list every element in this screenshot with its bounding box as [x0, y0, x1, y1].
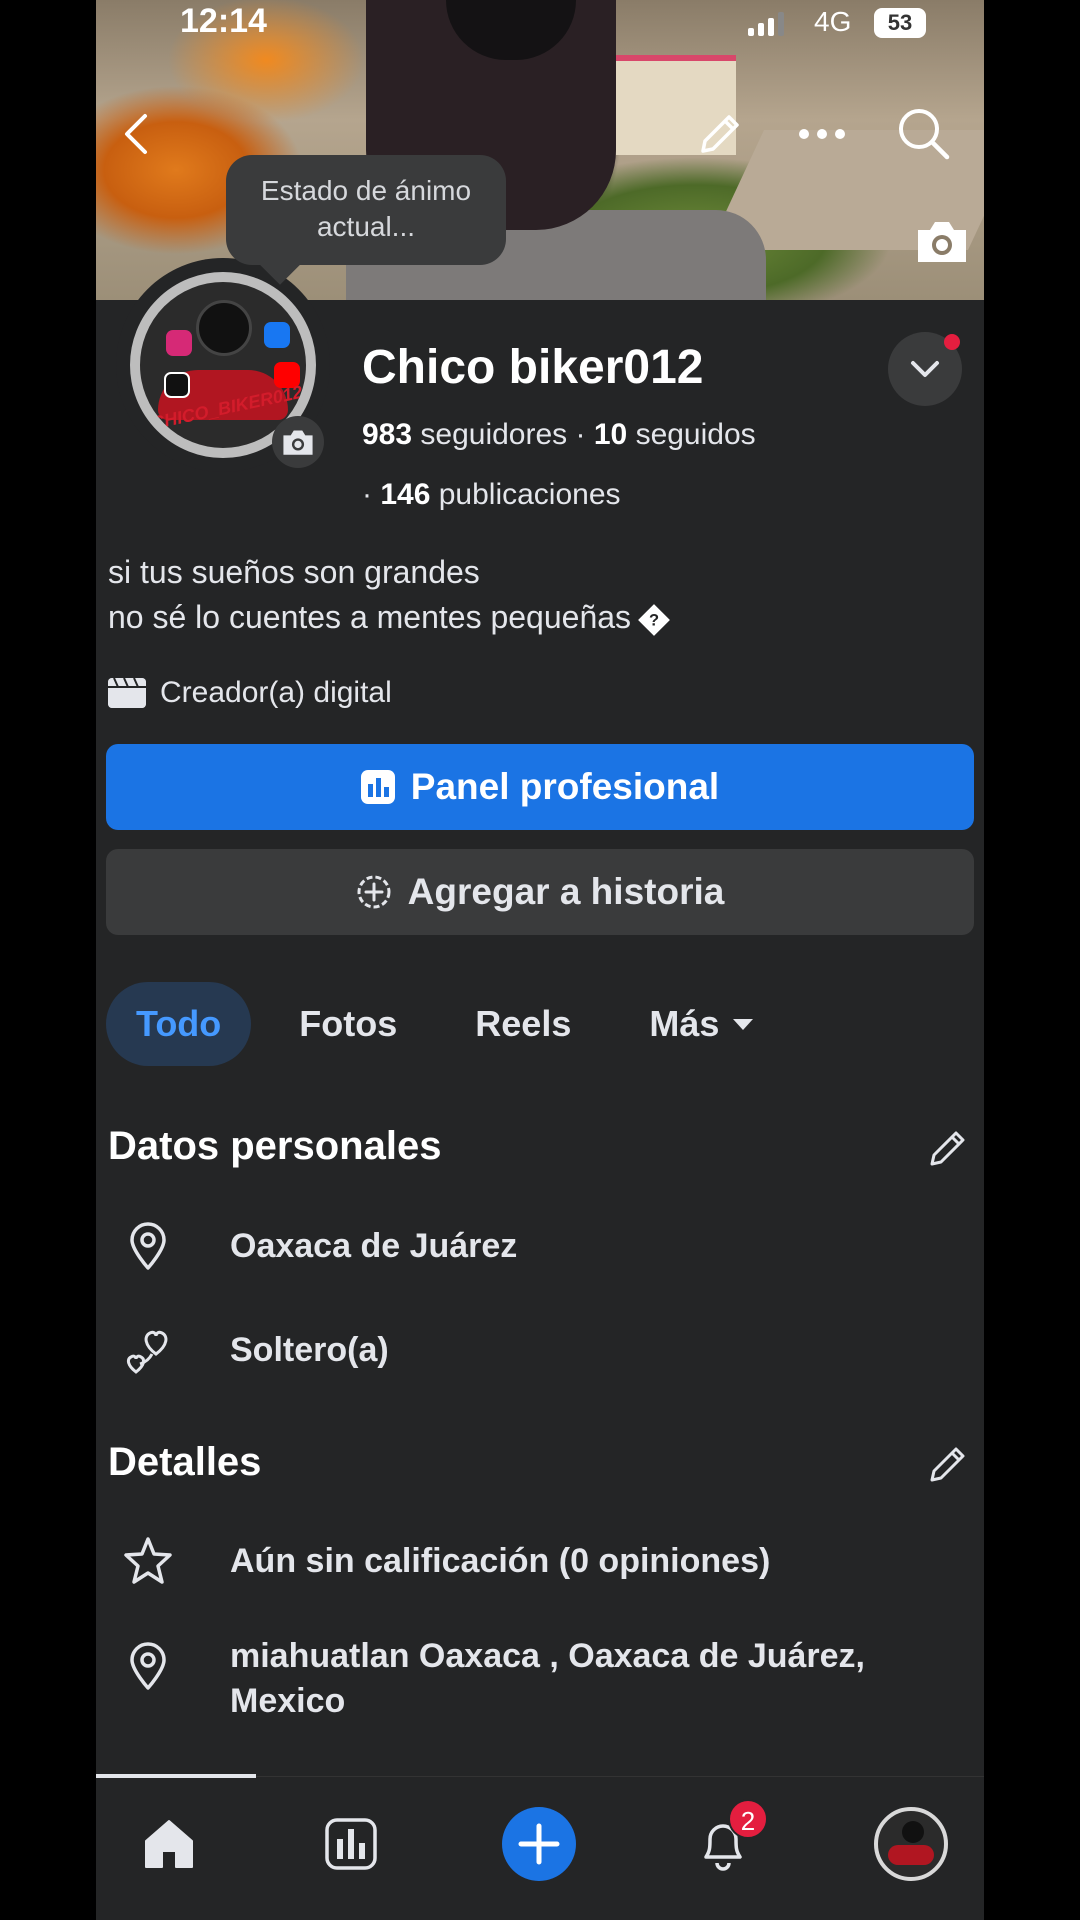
- edit-cover-button[interactable]: [914, 218, 970, 269]
- profile-screen: 12:14 4G 53 CHICO_BIKER012 Estado de áni…: [96, 0, 984, 1920]
- chevron-left-icon: [125, 114, 147, 154]
- add-to-story-label: Agregar a historia: [407, 871, 725, 912]
- relationship-hearts-icon: [126, 1330, 168, 1374]
- bar-chart-icon: [360, 770, 395, 804]
- personal-details-title: Datos personales: [108, 1124, 442, 1168]
- nav-create[interactable]: [502, 1807, 576, 1881]
- battery-icon: 53: [874, 8, 926, 38]
- camera-icon: [283, 430, 313, 455]
- tab-fotos[interactable]: Fotos: [269, 982, 427, 1066]
- tab-reels[interactable]: Reels: [445, 982, 601, 1066]
- clapperboard-icon: [108, 678, 146, 708]
- tab-todo[interactable]: Todo: [106, 982, 252, 1066]
- pencil-icon: [701, 115, 739, 153]
- star-icon: [124, 1537, 172, 1584]
- list-item: Oaxaca de Juárez: [96, 1220, 984, 1310]
- network-type: 4G: [814, 6, 852, 37]
- dashboard-icon: [325, 1818, 377, 1870]
- list-item: Aún sin calificación (0 opiniones): [96, 1535, 984, 1625]
- following-label: seguidos: [635, 418, 756, 451]
- chevron-down-icon: [911, 361, 939, 377]
- add-to-story-button[interactable]: Agregar a historia: [106, 849, 974, 935]
- bottom-navigation: 2: [96, 1774, 984, 1920]
- edit-avatar-button[interactable]: [272, 416, 324, 468]
- rating-text: Aún sin calificación (0 opiniones): [230, 1542, 771, 1580]
- status-time: 12:14: [180, 2, 267, 40]
- notifications-badge: 2: [728, 1799, 768, 1839]
- location-pin-icon: [130, 1642, 166, 1690]
- tab-mas[interactable]: Más: [619, 982, 783, 1066]
- nav-dashboard[interactable]: [314, 1807, 388, 1881]
- bio-line-2: no sé lo cuentes a mentes pequeñas: [108, 599, 632, 635]
- nav-profile-avatar[interactable]: [874, 1807, 948, 1881]
- list-item: Soltero(a): [96, 1324, 984, 1414]
- nav-notifications[interactable]: 2: [686, 1799, 768, 1881]
- add-story-icon: [357, 875, 391, 909]
- posts-count: 146: [380, 478, 431, 511]
- professional-panel-button[interactable]: Panel profesional: [106, 744, 974, 830]
- category-label: Creador(a) digital: [160, 676, 392, 709]
- professional-panel-label: Panel profesional: [410, 766, 720, 807]
- status-bar: 12:14 4G 53: [96, 0, 984, 46]
- location-pin-icon: [130, 1222, 166, 1270]
- profile-category: Creador(a) digital: [108, 676, 392, 710]
- followers-label: seguidores: [420, 418, 568, 451]
- relationship-text: Soltero(a): [230, 1331, 389, 1369]
- camera-icon: [918, 222, 966, 262]
- location-text: Oaxaca de Juárez: [230, 1227, 518, 1265]
- address-text: miahuatlan Oaxaca , Oaxaca de Juárez, Me…: [230, 1637, 865, 1720]
- details-title: Detalles: [108, 1440, 262, 1484]
- posts-stats[interactable]: · 146 publicaciones: [362, 478, 621, 512]
- back-button[interactable]: [108, 106, 164, 162]
- followers-count: 983: [362, 418, 413, 451]
- edit-details-icon[interactable]: [926, 1442, 970, 1486]
- following-count: 10: [593, 418, 628, 451]
- bio-line-1: si tus sueños son grandes: [108, 554, 480, 590]
- profile-switch-button[interactable]: [888, 332, 962, 406]
- more-dots-icon: [799, 129, 845, 139]
- profile-bio: si tus sueños son grandes no sé lo cuent…: [108, 550, 670, 640]
- follow-stats[interactable]: 983 seguidores · 10 seguidos: [362, 418, 756, 452]
- active-tab-indicator: [96, 1774, 256, 1778]
- signal-icon: [748, 12, 788, 36]
- search-button[interactable]: [896, 106, 952, 162]
- list-item: miahuatlan Oaxaca , Oaxaca de Juárez, Me…: [96, 1630, 984, 1740]
- mood-bubble[interactable]: Estado de ánimo actual...: [226, 155, 506, 265]
- search-icon: [899, 109, 950, 160]
- profile-name: Chico biker012: [362, 341, 704, 394]
- edit-profile-button[interactable]: [692, 106, 748, 162]
- more-options-button[interactable]: [794, 106, 850, 162]
- notification-dot: [944, 334, 960, 350]
- caret-down-icon: [733, 1018, 754, 1030]
- edit-personal-details-icon[interactable]: [926, 1126, 970, 1170]
- home-icon: [145, 1820, 193, 1868]
- nav-home[interactable]: [132, 1807, 206, 1881]
- create-plus-icon: [518, 1823, 560, 1865]
- profile-tabs: Todo Fotos Reels Más: [106, 982, 801, 1066]
- unknown-emoji-icon: ?: [638, 603, 670, 636]
- posts-label: publicaciones: [438, 478, 621, 511]
